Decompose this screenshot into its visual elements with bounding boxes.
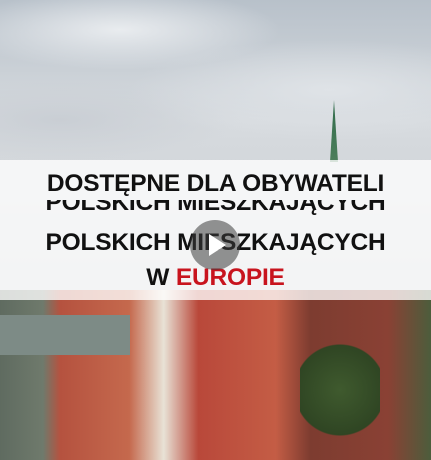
highlight-word: EUROPIE: [175, 264, 285, 291]
play-button[interactable]: [190, 220, 240, 270]
headline-ghost-line: POLSKICH MIESZKAJĄCYCH: [45, 200, 386, 216]
trees: [300, 340, 380, 440]
river: [0, 315, 130, 355]
headline-line-1: DOSTĘPNE DLA OBYWATELI: [46, 170, 385, 197]
